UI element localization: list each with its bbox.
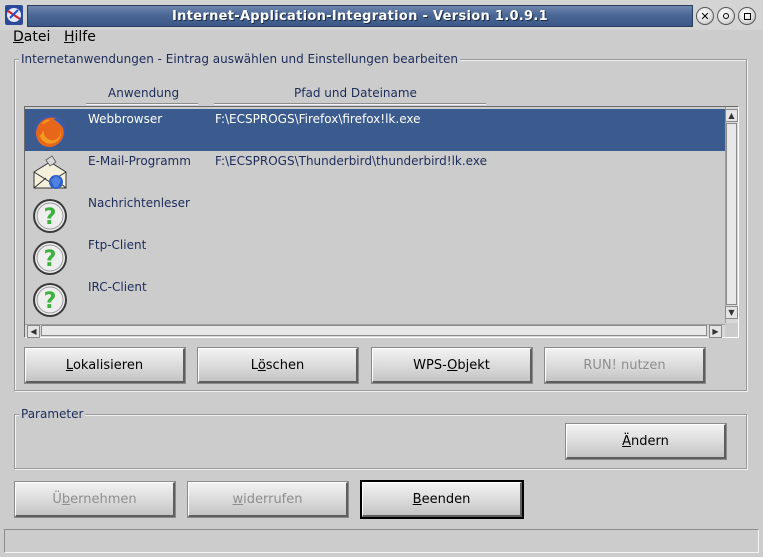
scroll-right-arrow-icon[interactable]: ▶ xyxy=(709,325,722,338)
close-button[interactable]: ✕ xyxy=(696,7,714,25)
close-icon: ✕ xyxy=(700,9,710,23)
window-title: Internet-Application-Integration - Versi… xyxy=(27,5,693,27)
title-bar[interactable]: Internet-Application-Integration - Versi… xyxy=(0,0,763,30)
delete-button[interactable]: Löschen xyxy=(197,347,359,384)
undo-button-label: widerrufen xyxy=(232,491,303,507)
status-bar xyxy=(4,529,759,553)
parameter-group-label: Parameter xyxy=(19,407,86,421)
horizontal-scroll-thumb[interactable] xyxy=(41,325,707,336)
list-item-name: Nachrichtenleser xyxy=(88,196,190,210)
mail-envelope-icon xyxy=(30,154,70,192)
minimize-button[interactable] xyxy=(717,7,735,25)
maximize-icon xyxy=(743,12,751,20)
list-row-ftp[interactable]: ? Ftp-Client xyxy=(25,235,725,277)
list-row-newsreader[interactable]: ? Nachrichtenleser xyxy=(25,193,725,235)
localize-button-label: Lokalisieren xyxy=(65,357,144,373)
run-use-button[interactable]: RUN! nutzen xyxy=(544,347,706,384)
maximize-button[interactable] xyxy=(738,7,756,25)
question-mark-icon: ? xyxy=(30,238,70,276)
list-item-name: Webbrowser xyxy=(88,112,163,126)
apps-group-label: Internetanwendungen - Eintrag auswählen … xyxy=(19,52,460,66)
wps-object-button[interactable]: WPS-Objekt xyxy=(371,347,533,384)
list-item-name: IRC-Client xyxy=(88,280,147,294)
list-item-name: E-Mail-Programm xyxy=(88,154,191,168)
app-window-icon[interactable] xyxy=(3,3,25,27)
change-button[interactable]: Ändern xyxy=(565,423,727,460)
column-header-path-divider xyxy=(214,103,486,105)
menu-hilfe[interactable]: Hilfe xyxy=(64,29,96,45)
svg-text:?: ? xyxy=(44,205,57,230)
column-header-name[interactable]: Anwendung xyxy=(108,86,179,100)
scroll-up-arrow-icon[interactable]: ▲ xyxy=(725,109,738,122)
column-header-name-divider xyxy=(86,103,198,105)
apply-button-label: Übernehmen xyxy=(52,491,137,507)
scroll-left-arrow-icon[interactable]: ◀ xyxy=(27,325,40,338)
question-mark-icon: ? xyxy=(30,280,70,318)
localize-button[interactable]: Lokalisieren xyxy=(24,347,186,384)
list-row-webbrowser[interactable]: Webbrowser F:\ECSPROGS\Firefox\firefox!l… xyxy=(25,109,725,151)
list-row-irc[interactable]: ? IRC-Client xyxy=(25,277,725,319)
run-use-button-label: RUN! nutzen xyxy=(583,357,666,373)
delete-button-label: Löschen xyxy=(250,357,305,373)
menu-bar: Datei Hilfe xyxy=(0,29,763,46)
vertical-scroll-thumb[interactable] xyxy=(726,123,737,305)
undo-button[interactable]: widerrufen xyxy=(187,481,349,518)
list-item-name: Ftp-Client xyxy=(88,238,147,252)
list-row-email[interactable]: E-Mail-Programm F:\ECSPROGS\Thunderbird\… xyxy=(25,151,725,193)
scroll-down-arrow-icon[interactable]: ▼ xyxy=(725,306,738,319)
horizontal-scrollbar[interactable]: ◀ ▶ xyxy=(25,324,725,338)
column-header-path[interactable]: Pfad und Dateiname xyxy=(294,86,417,100)
menu-datei[interactable]: Datei xyxy=(13,29,50,45)
application-list[interactable]: Webbrowser F:\ECSPROGS\Firefox\firefox!l… xyxy=(24,106,739,338)
minimize-icon xyxy=(723,13,729,19)
list-item-path: F:\ECSPROGS\Firefox\firefox!lk.exe xyxy=(215,112,421,126)
quit-button-label: Beenden xyxy=(412,491,471,507)
change-button-label: Ändern xyxy=(622,433,669,449)
firefox-icon xyxy=(30,112,70,150)
apply-button[interactable]: Übernehmen xyxy=(14,481,176,518)
list-item-path: F:\ECSPROGS\Thunderbird\thunderbird!lk.e… xyxy=(215,154,487,168)
question-mark-icon: ? xyxy=(30,196,70,234)
quit-button[interactable]: Beenden xyxy=(360,480,524,519)
svg-text:?: ? xyxy=(44,289,57,314)
wps-object-button-label: WPS-Objekt xyxy=(413,357,490,373)
vertical-scrollbar[interactable]: ▲ ▼ xyxy=(725,107,738,323)
svg-text:?: ? xyxy=(44,247,57,272)
